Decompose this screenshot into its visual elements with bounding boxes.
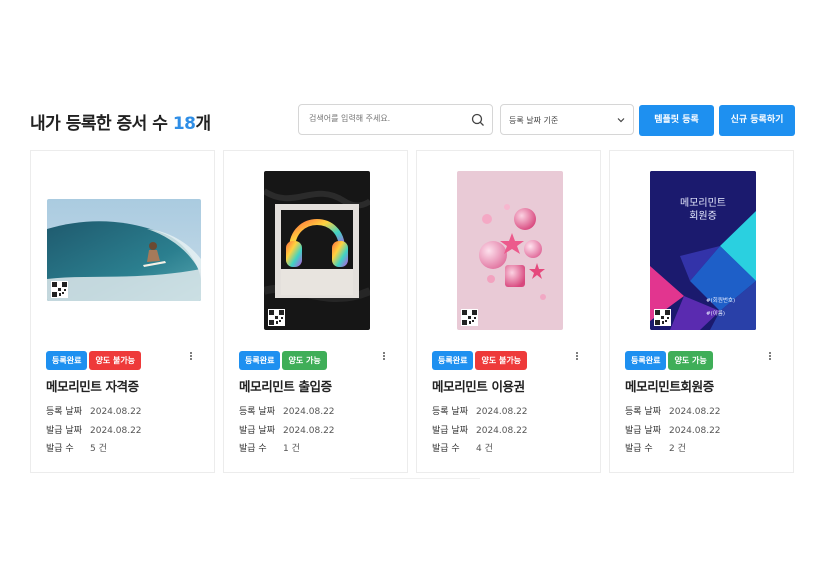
card-image-headphones (264, 171, 370, 330)
registered-date-label: 등록 날짜 (432, 407, 468, 417)
qr-code (268, 309, 285, 326)
issued-count-label: 발급 수 (239, 444, 267, 454)
certificate-card[interactable]: 등록완료 양도 불가능 메모리민트 이용권 등록 날짜 2024.08.22 발급 … (416, 150, 601, 473)
registered-date-label: 등록 날짜 (46, 407, 82, 417)
registered-date-value: 2024.08.22 (90, 407, 142, 417)
registered-date-value: 2024.08.22 (476, 407, 528, 417)
issued-date-label: 발급 날짜 (432, 426, 468, 436)
issued-date-value: 2024.08.22 (669, 426, 721, 436)
scroll-divider (350, 478, 480, 479)
qr-code (654, 309, 671, 326)
issued-date-row: 발급 날짜 2024.08.22 (625, 423, 721, 436)
title-text: 내가 등록한 증서 수 (30, 114, 168, 134)
certificate-card[interactable]: 등록완료 양도 불가능 메모리민트 자격증 등록 날짜 2024.08.22 발급 … (30, 150, 215, 473)
issued-date-value: 2024.08.22 (283, 426, 335, 436)
issued-count-value: 4 건 (476, 444, 493, 454)
status-badge: 등록완료 (46, 351, 88, 370)
registered-date-row: 등록 날짜 2024.08.22 (432, 404, 528, 417)
template-register-button[interactable]: 템플릿 등록 (639, 105, 714, 136)
card-image-membership: 메모리민트 회원증 #(회원번호) #(이름) (650, 171, 756, 330)
issued-count-row: 발급 수 5 건 (46, 441, 107, 454)
membership-number-field: #(회원번호) (706, 298, 736, 304)
issued-date-row: 발급 날짜 2024.08.22 (46, 423, 142, 436)
registered-date-value: 2024.08.22 (669, 407, 721, 417)
issued-count-value: 5 건 (90, 444, 107, 454)
status-badge: 등록완료 (432, 351, 474, 370)
more-options-icon[interactable] (768, 351, 772, 363)
registered-date-row: 등록 날짜 2024.08.22 (239, 404, 335, 417)
issued-date-label: 발급 날짜 (46, 426, 82, 436)
qr-code (51, 281, 68, 298)
transfer-badge: 양도 불가능 (475, 351, 528, 370)
status-badge: 등록완료 (239, 351, 281, 370)
membership-name-field: #(이름) (706, 311, 726, 317)
sort-selected-value: 등록 날짜 기준 (509, 116, 559, 125)
registered-date-label: 등록 날짜 (625, 407, 661, 417)
transfer-badge: 양도 가능 (668, 351, 713, 370)
certificate-card[interactable]: 메모리민트 회원증 #(회원번호) #(이름) 등록완료 양도 가능 메모리민트회… (609, 150, 794, 473)
issued-date-row: 발급 날짜 2024.08.22 (239, 423, 335, 436)
issued-date-value: 2024.08.22 (90, 426, 142, 436)
badge-group: 등록완료 양도 불가능 (432, 348, 529, 370)
page-title: 내가 등록한 증서 수 18개 (30, 109, 211, 134)
search-box[interactable] (298, 104, 493, 135)
card-title: 메모리민트 이용권 (432, 379, 525, 394)
count-suffix: 개 (195, 114, 211, 134)
card-title: 메모리민트회원증 (625, 379, 714, 394)
issued-date-label: 발급 날짜 (239, 426, 275, 436)
new-register-button[interactable]: 신규 등록하기 (719, 105, 795, 136)
badge-group: 등록완료 양도 불가능 (46, 348, 143, 370)
issued-count-label: 발급 수 (625, 444, 653, 454)
more-options-icon[interactable] (382, 351, 386, 363)
badge-group: 등록완료 양도 가능 (239, 348, 329, 370)
issued-count-row: 발급 수 1 건 (239, 441, 300, 454)
more-options-icon[interactable] (189, 351, 193, 363)
registered-date-value: 2024.08.22 (283, 407, 335, 417)
issued-count-row: 발급 수 2 건 (625, 441, 686, 454)
registered-date-label: 등록 날짜 (239, 407, 275, 417)
registered-date-row: 등록 날짜 2024.08.22 (625, 404, 721, 417)
transfer-badge: 양도 불가능 (89, 351, 142, 370)
chevron-down-icon (617, 118, 625, 123)
search-input[interactable] (307, 113, 471, 124)
issued-count-value: 1 건 (283, 444, 300, 454)
card-image-surfer (47, 199, 201, 301)
qr-code (461, 309, 478, 326)
issued-date-label: 발급 날짜 (625, 426, 661, 436)
issued-count-label: 발급 수 (432, 444, 460, 454)
certificate-count: 18 (172, 114, 196, 134)
card-image-pink-shapes (457, 171, 563, 330)
card-title: 메모리민트 출입증 (239, 379, 332, 394)
certificate-card[interactable]: 등록완료 양도 가능 메모리민트 출입증 등록 날짜 2024.08.22 발급 날… (223, 150, 408, 473)
issued-date-row: 발급 날짜 2024.08.22 (432, 423, 528, 436)
badge-group: 등록완료 양도 가능 (625, 348, 715, 370)
issued-date-value: 2024.08.22 (476, 426, 528, 436)
page-header: 내가 등록한 증서 수 18개 등록 날짜 기준 템플릿 등록 신규 등록하기 (30, 104, 795, 138)
more-options-icon[interactable] (575, 351, 579, 363)
membership-card-title: 메모리민트 회원증 (680, 198, 726, 222)
status-badge: 등록완료 (625, 351, 667, 370)
transfer-badge: 양도 가능 (282, 351, 327, 370)
issued-count-value: 2 건 (669, 444, 686, 454)
search-icon[interactable] (471, 113, 485, 127)
card-title: 메모리민트 자격증 (46, 379, 139, 394)
registered-date-row: 등록 날짜 2024.08.22 (46, 404, 142, 417)
issued-count-row: 발급 수 4 건 (432, 441, 493, 454)
issued-count-label: 발급 수 (46, 444, 74, 454)
sort-select[interactable]: 등록 날짜 기준 (500, 104, 634, 135)
